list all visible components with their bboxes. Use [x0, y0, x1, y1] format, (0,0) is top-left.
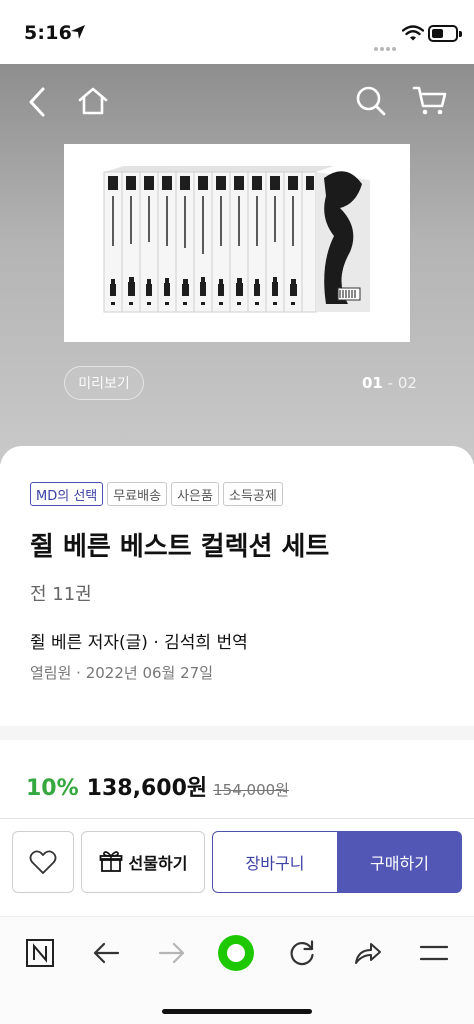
cart-icon	[412, 86, 447, 115]
naver-home-button[interactable]	[18, 931, 62, 975]
badge-tax-deduction: 소득공제	[222, 482, 283, 506]
cart-button[interactable]	[408, 80, 452, 122]
purchase-action-bar: 선물하기 장바구니 구매하기	[0, 818, 474, 916]
sale-price: 138,600원	[86, 776, 208, 801]
book-set-image[interactable]	[64, 144, 410, 342]
page-total: 02	[397, 374, 417, 392]
menu-button[interactable]	[412, 931, 456, 975]
home-button[interactable]	[72, 80, 114, 122]
home-icon	[78, 87, 108, 115]
volume-count: 전 11권	[30, 584, 92, 605]
forward-arrow-icon	[158, 942, 185, 964]
search-icon	[356, 86, 386, 116]
page-current: 01	[362, 374, 383, 392]
search-button[interactable]	[350, 80, 392, 122]
back-arrow-icon	[93, 942, 120, 964]
badge-gift: 사은품	[171, 482, 219, 506]
green-dot-button[interactable]	[214, 931, 258, 975]
home-indicator	[162, 1009, 312, 1014]
buy-now-button[interactable]: 구매하기	[337, 831, 462, 893]
battery-icon	[428, 25, 462, 42]
back-button[interactable]	[20, 82, 54, 122]
signal-dots-icon	[374, 36, 398, 55]
browser-forward-button[interactable]	[150, 931, 194, 975]
original-price: 154,000원	[213, 781, 289, 799]
section-divider	[0, 726, 474, 740]
image-page-indicator: 01 - 02	[362, 374, 417, 392]
badge-free-shipping: 무료배송	[107, 482, 168, 506]
browser-toolbar	[0, 916, 474, 1024]
badge-list: MD의 선택 무료배송 사은품 소득공제	[30, 482, 287, 506]
back-icon	[29, 87, 45, 117]
price-row: 10% 138,600원 154,000원	[26, 770, 289, 802]
share-button[interactable]	[346, 931, 390, 975]
wifi-icon	[401, 25, 425, 45]
heart-icon	[29, 850, 57, 874]
naver-n-icon	[26, 939, 54, 967]
publisher-date: 열림원 · 2022년 06월 27일	[30, 664, 213, 682]
product-info-card: MD의 선택 무료배송 사은품 소득공제 쥘 베른 베스트 컬렉션 세트 전 1…	[0, 446, 474, 726]
add-to-cart-button[interactable]: 장바구니	[212, 831, 338, 893]
browser-back-button[interactable]	[84, 931, 128, 975]
author-translator[interactable]: 쥘 베른 저자(글) · 김석희 번역	[30, 628, 248, 653]
wishlist-button[interactable]	[12, 831, 74, 893]
page-separator: -	[382, 374, 398, 392]
green-dot-icon	[218, 935, 254, 971]
gift-button-label: 선물하기	[128, 854, 188, 873]
gift-button[interactable]: 선물하기	[81, 831, 205, 893]
discount-rate: 10%	[26, 776, 79, 801]
location-arrow-icon	[70, 24, 86, 44]
status-bar: 5:16	[0, 0, 474, 64]
gift-icon	[99, 851, 122, 872]
preview-button[interactable]: 미리보기	[64, 366, 144, 400]
reload-icon	[290, 940, 314, 966]
menu-icon	[420, 945, 448, 961]
product-title: 쥘 베른 베스트 컬렉션 세트	[30, 532, 330, 562]
reload-button[interactable]	[280, 931, 324, 975]
share-icon	[355, 943, 381, 964]
product-image-area: 미리보기 01 - 02	[0, 64, 474, 464]
badge-md-pick: MD의 선택	[30, 482, 104, 506]
status-time: 5:16	[24, 22, 73, 44]
